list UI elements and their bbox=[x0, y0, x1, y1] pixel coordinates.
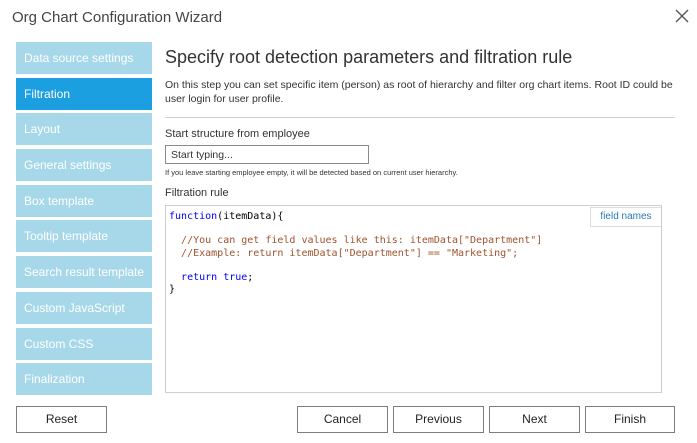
code-keyword-function: function bbox=[169, 211, 218, 222]
nav-item-finalization[interactable]: Finalization bbox=[16, 363, 152, 396]
window-title: Org Chart Configuration Wizard bbox=[12, 9, 223, 26]
code-keyword-return: return bbox=[181, 272, 218, 284]
page-title: Specify root detection parameters and fi… bbox=[165, 47, 573, 67]
nav-item-search-result-template[interactable]: Search result template bbox=[16, 256, 152, 289]
code-content: function(itemData){ //You can get field … bbox=[169, 211, 542, 296]
divider bbox=[165, 117, 675, 118]
nav-item-custom-css[interactable]: Custom CSS bbox=[16, 327, 152, 360]
field-names-link[interactable]: field names bbox=[590, 207, 661, 227]
code-comment-2: //Example: return itemData["Department"]… bbox=[181, 247, 519, 259]
code-closing-brace: } bbox=[169, 284, 176, 296]
code-signature: (itemData){ bbox=[217, 211, 284, 222]
close-icon[interactable] bbox=[673, 7, 691, 25]
wizard-steps-nav: Data source settings Filtration Layout G… bbox=[16, 42, 152, 399]
code-keyword-true: true bbox=[223, 272, 248, 284]
start-employee-label: Start structure from employee bbox=[165, 128, 310, 140]
next-button[interactable]: Next bbox=[489, 406, 580, 433]
nav-item-layout[interactable]: Layout bbox=[16, 113, 152, 146]
filtration-rule-label: Filtration rule bbox=[165, 187, 229, 199]
nav-item-filtration[interactable]: Filtration bbox=[16, 77, 152, 110]
nav-item-box-template[interactable]: Box template bbox=[16, 184, 152, 217]
nav-item-general-settings[interactable]: General settings bbox=[16, 149, 152, 182]
reset-button[interactable]: Reset bbox=[16, 406, 107, 433]
start-employee-input[interactable] bbox=[165, 145, 369, 164]
step-description: On this step you can set specific item (… bbox=[165, 79, 673, 105]
cancel-button[interactable]: Cancel bbox=[297, 406, 388, 433]
code-semicolon: ; bbox=[247, 272, 254, 284]
start-employee-hint: If you leave starting employee empty, it… bbox=[165, 168, 458, 177]
nav-item-tooltip-template[interactable]: Tooltip template bbox=[16, 220, 152, 253]
finish-button[interactable]: Finish bbox=[585, 406, 675, 433]
nav-item-data-source-settings[interactable]: Data source settings bbox=[16, 42, 152, 74]
code-comment-1: //You can get field values like this: it… bbox=[181, 235, 543, 247]
previous-button[interactable]: Previous bbox=[393, 406, 484, 433]
filtration-rule-editor[interactable]: function(itemData){ //You can get field … bbox=[165, 205, 662, 393]
nav-item-custom-javascript[interactable]: Custom JavaScript bbox=[16, 291, 152, 324]
